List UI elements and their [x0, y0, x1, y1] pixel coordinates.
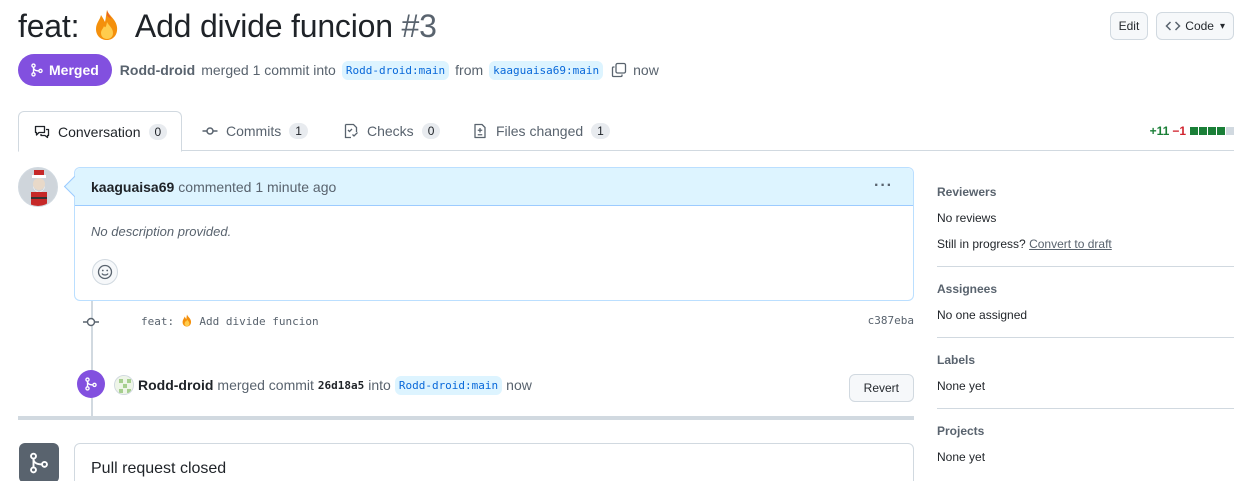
merge-event-icon — [77, 370, 105, 398]
smiley-icon — [97, 264, 113, 280]
title-prefix: feat: — [18, 8, 80, 44]
diffstat: +11 −1 — [1150, 124, 1234, 138]
base-branch[interactable]: Rodd-droid:main — [341, 60, 450, 80]
labels-section: Labels None yet — [937, 353, 1234, 409]
commit-message-prefix: feat: — [141, 315, 175, 328]
comment-body: No description provided. — [91, 224, 232, 239]
into-text: into — [368, 377, 391, 393]
merged-badge: Merged — [18, 54, 112, 86]
title-text: Add divide funcion — [134, 8, 393, 44]
tab-label: Commits — [226, 123, 282, 139]
file-diff-icon — [474, 123, 486, 139]
commit-message[interactable]: feat: Add divide funcion — [141, 314, 319, 328]
tab-counter: 1 — [289, 123, 308, 139]
tab-files-changed[interactable]: Files changed 1 — [472, 111, 610, 151]
pr-tabs: Conversation 0 Commits 1 Checks 0 Files … — [18, 111, 1234, 152]
git-merge-icon — [30, 452, 48, 474]
labels-value: None yet — [937, 379, 986, 393]
comment-header: kaaguaisa69 commented 1 minute ago ··· — [75, 168, 913, 206]
draft-hint: Still in progress? Convert to draft — [937, 238, 1234, 251]
tab-conversation[interactable]: Conversation 0 — [18, 111, 183, 152]
commit-row: feat: Add divide funcion c387eba — [81, 312, 914, 332]
merge-event-text: Rodd-droid merged commit 26d18a5 into Ro… — [114, 375, 532, 395]
header-actions: Edit Code ▾ — [1109, 12, 1234, 40]
merged-label: Merged — [49, 62, 99, 78]
comment-author[interactable]: kaaguaisa69 — [91, 179, 174, 195]
merge-time: now — [633, 62, 659, 78]
tab-counter: 1 — [591, 123, 610, 139]
commit-sha[interactable]: c387eba — [868, 314, 914, 327]
merge-event: Rodd-droid merged commit 26d18a5 into Ro… — [77, 370, 914, 402]
pr-closed-icon — [19, 443, 59, 481]
fire-emoji-icon — [95, 10, 118, 40]
commit-icon — [202, 127, 218, 135]
diffstat-blocks — [1190, 127, 1234, 135]
assignees-value: No one assigned — [937, 308, 1028, 322]
comment-meta[interactable]: commented 1 minute ago — [178, 179, 336, 195]
checklist-icon — [344, 123, 358, 139]
edit-button[interactable]: Edit — [1109, 12, 1149, 40]
pr-closed-title: Pull request closed — [91, 460, 227, 477]
page-title: feat: Add divide funcion #3 — [18, 8, 437, 45]
progress-text: Still in progress? — [937, 237, 1026, 251]
edit-label: Edit — [1118, 19, 1140, 33]
comment-discussion-icon — [34, 125, 50, 138]
tab-counter: 0 — [421, 123, 441, 139]
copy-icon[interactable] — [611, 62, 627, 78]
fire-emoji-icon — [182, 314, 191, 327]
merge-text: merged commit — [217, 377, 314, 393]
merge-author[interactable]: Rodd-droid — [138, 377, 213, 393]
tab-counter: 0 — [148, 123, 168, 140]
merge-icon — [85, 377, 97, 391]
merged-text: merged 1 commit into — [201, 62, 336, 78]
tab-label: Conversation — [58, 123, 141, 140]
reviewers-section: Reviewers No reviews Still in progress? … — [937, 185, 1234, 267]
tab-commits[interactable]: Commits 1 — [202, 111, 308, 151]
projects-title[interactable]: Projects — [937, 424, 1234, 438]
pr-number: #3 — [401, 8, 437, 44]
labels-title[interactable]: Labels — [937, 353, 1234, 367]
pr-closed-box: Pull request closed — [74, 443, 914, 481]
reviewers-title[interactable]: Reviewers — [937, 185, 1234, 199]
projects-section: Projects None yet — [937, 424, 1234, 464]
assignees-section: Assignees No one assigned — [937, 282, 1234, 338]
merge-branch[interactable]: Rodd-droid:main — [394, 375, 503, 395]
assignees-title[interactable]: Assignees — [937, 282, 1234, 296]
comment-box: kaaguaisa69 commented 1 minute ago ··· N… — [74, 167, 914, 301]
merge-icon — [31, 63, 43, 77]
from-text: from — [455, 62, 484, 78]
revert-button[interactable]: Revert — [848, 374, 914, 402]
convert-to-draft-link[interactable]: Convert to draft — [1029, 237, 1112, 251]
timeline-separator — [18, 416, 914, 420]
deletions-count: −1 — [1172, 124, 1186, 138]
merge-event-time[interactable]: now — [506, 377, 532, 393]
add-reaction-button[interactable] — [92, 259, 118, 285]
commit-icon — [83, 317, 99, 327]
code-label: Code — [1185, 19, 1214, 33]
pr-state-row: Merged Rodd-droid merged 1 commit into R… — [18, 54, 659, 86]
additions-count: +11 — [1149, 124, 1170, 138]
chevron-down-icon: ▾ — [1219, 20, 1225, 32]
merge-commit-sha[interactable]: 26d18a5 — [318, 379, 364, 392]
tab-checks[interactable]: Checks 0 — [343, 111, 441, 151]
projects-value: None yet — [937, 450, 986, 464]
sidebar: Reviewers No reviews Still in progress? … — [937, 167, 1234, 464]
small-avatar[interactable] — [114, 375, 134, 395]
kebab-menu-icon[interactable]: ··· — [874, 177, 893, 195]
tab-label: Files changed — [496, 123, 584, 139]
tab-label: Checks — [367, 123, 414, 139]
avatar[interactable] — [18, 167, 58, 207]
code-button[interactable]: Code ▾ — [1156, 12, 1234, 40]
merger-link[interactable]: Rodd-droid — [120, 62, 195, 78]
commit-message-text: Add divide funcion — [199, 315, 319, 328]
code-icon — [1165, 21, 1181, 31]
head-branch[interactable]: kaaguaisa69:main — [489, 60, 604, 80]
reviewers-value: No reviews — [937, 211, 997, 225]
